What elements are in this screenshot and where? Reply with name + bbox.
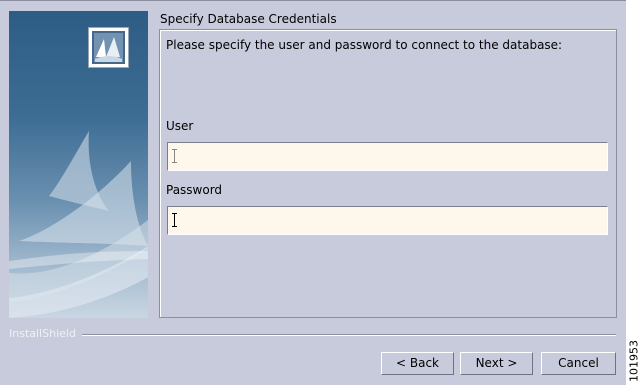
text-cursor-icon <box>172 213 177 227</box>
installer-window: Specify Database Credentials Please spec… <box>0 0 626 385</box>
user-label: User <box>166 119 194 133</box>
instruction-text: Please specify the user and password to … <box>166 38 563 52</box>
footer-divider <box>82 334 616 336</box>
credentials-panel: Please specify the user and password to … <box>159 29 617 318</box>
cancel-button[interactable]: Cancel <box>541 352 616 375</box>
installer-logo-icon <box>88 27 129 68</box>
section-title: Specify Database Credentials <box>160 12 337 26</box>
user-field[interactable] <box>167 142 608 171</box>
back-button[interactable]: < Back <box>381 352 454 375</box>
password-label: Password <box>166 183 223 197</box>
password-field[interactable] <box>167 206 608 235</box>
figure-number-text: 101953 <box>627 340 641 382</box>
installshield-brand: InstallShield <box>9 327 76 340</box>
text-cursor-icon <box>172 149 177 163</box>
figure-number: 101953 <box>626 339 642 383</box>
next-button[interactable]: Next > <box>460 352 533 375</box>
wizard-side-graphic <box>9 11 148 318</box>
window-top-border <box>0 0 626 1</box>
